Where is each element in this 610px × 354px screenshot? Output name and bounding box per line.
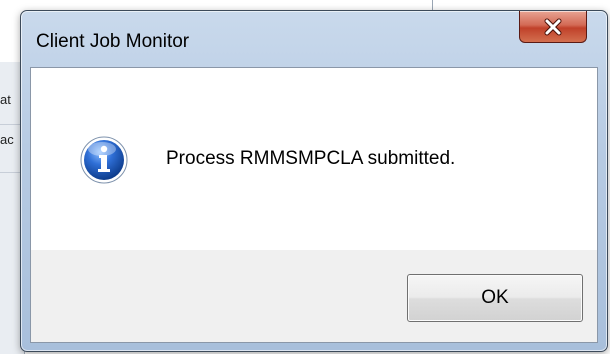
message-dialog: Client Job Monitor Process RMMSMPCLA sub…	[20, 10, 608, 352]
message-area: Process RMMSMPCLA submitted.	[31, 68, 597, 250]
dialog-message: Process RMMSMPCLA submitted.	[166, 148, 456, 169]
close-button[interactable]	[519, 11, 587, 43]
close-icon	[544, 18, 562, 35]
dialog-body: Process RMMSMPCLA submitted. OK	[30, 67, 598, 343]
dialog-title: Client Job Monitor	[36, 31, 190, 52]
background-text-fragment: at	[0, 92, 11, 107]
background-text-fragment: ac	[0, 132, 14, 147]
ok-button[interactable]: OK	[407, 274, 583, 322]
dialog-titlebar[interactable]: Client Job Monitor	[21, 11, 607, 67]
information-icon	[80, 136, 128, 184]
